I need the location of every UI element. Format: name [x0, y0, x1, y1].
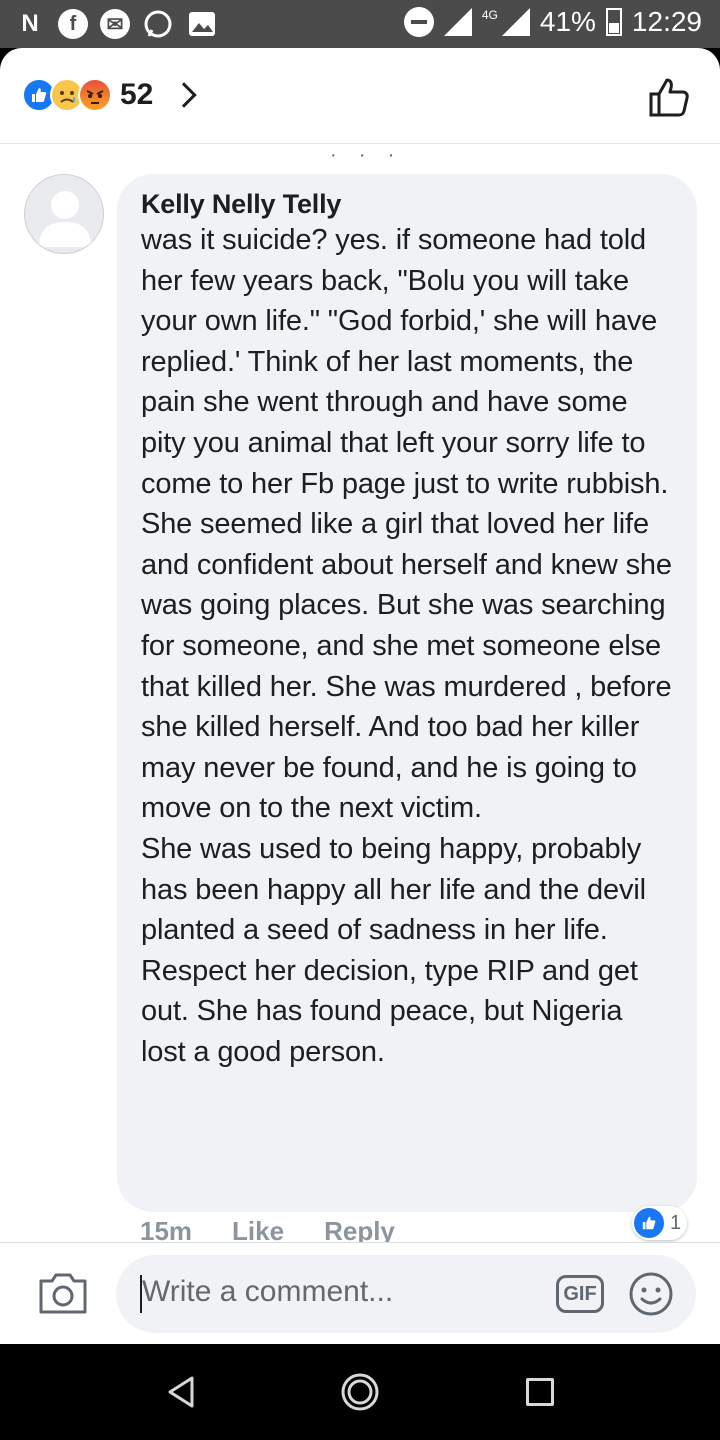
gallery-icon [186, 8, 218, 40]
home-circle-icon [341, 1373, 379, 1411]
signal-icon [443, 8, 472, 36]
comment-input[interactable]: Write a comment... GIF [116, 1255, 696, 1333]
angry-reaction-icon [78, 78, 112, 112]
back-button[interactable] [164, 1374, 200, 1410]
comments-sheet: 52 · · · Kelly Nelly Telly was it suicid… [0, 48, 720, 1344]
home-button[interactable] [340, 1372, 380, 1412]
commenter-avatar[interactable] [24, 174, 104, 254]
facebook-icon: f [58, 9, 88, 39]
back-triangle-icon [168, 1376, 194, 1408]
reaction-count: 52 [120, 78, 154, 111]
comment-composer: Write a comment... GIF [0, 1242, 720, 1344]
like-reaction-icon [634, 1208, 664, 1238]
do-not-disturb-icon [403, 7, 434, 37]
camera-icon [39, 1273, 87, 1314]
signal-4g-icon [501, 8, 530, 36]
smiley-icon [629, 1272, 673, 1316]
comment-like-count: 1 [670, 1211, 682, 1234]
like-post-button[interactable] [648, 76, 690, 118]
comment-input-placeholder: Write a comment... [142, 1275, 394, 1308]
comment-text: was it suicide? yes. if someone had told… [141, 224, 672, 1068]
comment-author[interactable]: Kelly Nelly Telly [141, 188, 673, 220]
network-type: 4G [481, 8, 498, 22]
recent-apps-button[interactable] [526, 1378, 554, 1406]
notification-icons: N f ✉ [14, 8, 218, 40]
gif-button[interactable]: GIF [556, 1275, 604, 1313]
reactions-header: 52 [0, 48, 720, 144]
camera-button[interactable] [38, 1271, 88, 1315]
nairaland-icon: N [21, 10, 39, 37]
reactions-summary[interactable]: 52 [22, 78, 198, 112]
battery-percent: 41% [539, 6, 596, 37]
status-bar: N f ✉ 4G 41% 12:29 [0, 0, 720, 48]
scrolled-content-fragment: · · · [330, 144, 395, 166]
chevron-right-icon [171, 82, 198, 108]
battery-icon [605, 8, 622, 36]
messenger-icon: ✉ [100, 9, 130, 39]
comment-reaction-badge[interactable]: 1 [632, 1206, 688, 1240]
comment-bubble[interactable]: Kelly Nelly Telly was it suicide? yes. i… [117, 174, 697, 1212]
clock: 12:29 [631, 6, 702, 37]
emoji-button[interactable] [628, 1271, 674, 1317]
whatsapp-icon [142, 8, 174, 40]
default-profile-icon [39, 191, 91, 247]
thumbs-up-icon [649, 78, 689, 117]
system-status: 4G 41% 12:29 [403, 6, 702, 38]
system-navigation-bar [0, 1344, 720, 1440]
